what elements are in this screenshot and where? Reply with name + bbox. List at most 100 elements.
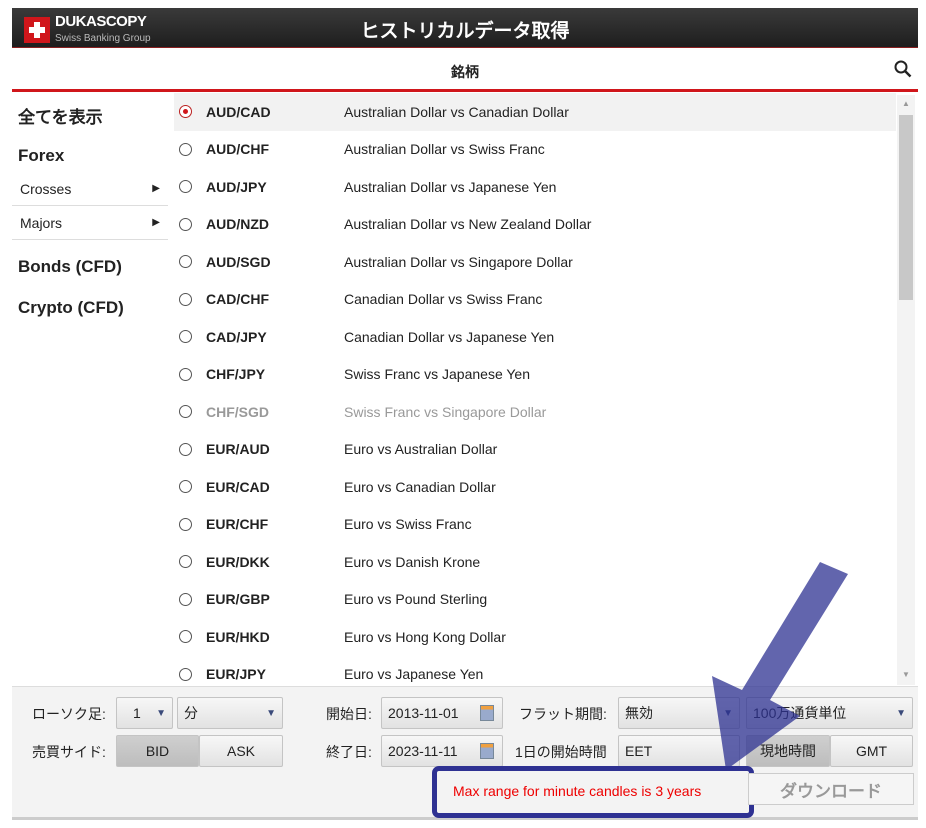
instrument-code: AUD/CAD bbox=[206, 103, 271, 120]
radio-button[interactable] bbox=[179, 630, 192, 644]
instrument-name: Euro vs Hong Kong Dollar bbox=[344, 628, 506, 645]
instrument-code: AUD/NZD bbox=[206, 216, 269, 233]
instrument-row[interactable]: AUD/NZD Australian Dollar vs New Zealand … bbox=[174, 206, 896, 244]
instrument-row[interactable]: CHF/SGD Swiss Franc vs Singapore Dollar bbox=[174, 393, 896, 431]
category-sidebar: 全てを表示 Forex Crosses ▶ Majors ▶ Bonds (CFD)… bbox=[12, 95, 168, 328]
instrument-row[interactable]: CAD/CHF Canadian Dollar vs Swiss Franc bbox=[174, 281, 896, 319]
gmt-button[interactable]: GMT bbox=[830, 735, 913, 767]
search-icon[interactable] bbox=[894, 60, 912, 78]
caret-right-icon: ▶ bbox=[152, 183, 160, 194]
instrument-name: Australian Dollar vs New Zealand Dollar bbox=[344, 216, 592, 233]
radio-button[interactable] bbox=[179, 217, 192, 231]
instrument-name: Swiss Franc vs Singapore Dollar bbox=[344, 403, 547, 420]
instrument-row[interactable]: EUR/DKK Euro vs Danish Krone bbox=[174, 543, 896, 581]
instrument-row[interactable]: CAD/JPY Canadian Dollar vs Japanese Yen bbox=[174, 318, 896, 356]
candle-value: 1 bbox=[133, 705, 141, 721]
radio-button[interactable] bbox=[179, 142, 192, 156]
radio-button[interactable] bbox=[179, 667, 192, 681]
instrument-row[interactable]: AUD/JPY Australian Dollar vs Japanese Yen bbox=[174, 168, 896, 206]
sidebar-item-crosses[interactable]: Crosses ▶ bbox=[12, 172, 168, 206]
radio-button[interactable] bbox=[179, 180, 192, 194]
day-start-label: 1日の開始時間 bbox=[515, 744, 607, 760]
scroll-down-icon[interactable]: ▼ bbox=[902, 670, 910, 679]
majors-label: Majors bbox=[20, 214, 63, 231]
instrument-code: CHF/JPY bbox=[206, 366, 266, 383]
instrument-name: Australian Dollar vs Swiss Franc bbox=[344, 141, 545, 158]
instrument-code: EUR/GBP bbox=[206, 591, 270, 608]
radio-button[interactable] bbox=[179, 517, 192, 531]
instrument-name: Canadian Dollar vs Swiss Franc bbox=[344, 291, 543, 308]
instrument-name: Euro vs Japanese Yen bbox=[344, 666, 484, 683]
instrument-code: AUD/CHF bbox=[206, 141, 269, 158]
instrument-row[interactable]: CHF/JPY Swiss Franc vs Japanese Yen bbox=[174, 356, 896, 394]
calendar-icon[interactable] bbox=[480, 743, 494, 759]
day-start-field[interactable]: EET bbox=[618, 735, 740, 767]
candle-unit-select[interactable]: 分 bbox=[177, 697, 283, 729]
instrument-code: AUD/SGD bbox=[206, 253, 271, 270]
radio-button[interactable] bbox=[179, 442, 192, 456]
sidebar-item-crypto[interactable]: Crypto (CFD) bbox=[12, 287, 168, 328]
radio-button[interactable] bbox=[179, 592, 192, 606]
end-date-field[interactable]: 2023-11-11 bbox=[381, 735, 503, 767]
sidebar-item-majors[interactable]: Majors ▶ bbox=[12, 206, 168, 240]
calendar-icon[interactable] bbox=[480, 705, 494, 721]
instrument-list: AUD/CAD Australian Dollar vs Canadian Dol… bbox=[174, 93, 896, 693]
instrument-row[interactable]: EUR/AUD Euro vs Australian Dollar bbox=[174, 431, 896, 469]
instrument-row[interactable]: EUR/CHF Euro vs Swiss Franc bbox=[174, 506, 896, 544]
volume-unit-value: 100万通貨単位 bbox=[753, 705, 847, 721]
sidebar-item-forex[interactable]: Forex bbox=[12, 140, 168, 172]
instrument-code: EUR/DKK bbox=[206, 553, 270, 570]
flat-label: フラット期間: bbox=[519, 706, 607, 722]
radio-button[interactable] bbox=[179, 105, 192, 119]
instrument-row[interactable]: AUD/CAD Australian Dollar vs Canadian Dol… bbox=[174, 93, 896, 131]
instrument-code: CHF/SGD bbox=[206, 403, 269, 420]
scrollbar-thumb[interactable] bbox=[899, 115, 913, 300]
instrument-code: EUR/JPY bbox=[206, 666, 266, 683]
instrument-name: Australian Dollar vs Canadian Dollar bbox=[344, 103, 569, 120]
instrument-name: Euro vs Danish Krone bbox=[344, 553, 481, 570]
download-button[interactable]: ダウンロード bbox=[748, 773, 914, 805]
instrument-row[interactable]: AUD/SGD Australian Dollar vs Singapore Do… bbox=[174, 243, 896, 281]
instrument-code: EUR/HKD bbox=[206, 628, 270, 645]
radio-button[interactable] bbox=[179, 480, 192, 494]
instrument-name: Euro vs Swiss Franc bbox=[344, 516, 472, 533]
candle-label: ローソク足: bbox=[32, 706, 106, 722]
instrument-header: 銘柄 bbox=[12, 48, 918, 92]
bid-button[interactable]: BID bbox=[116, 735, 199, 767]
instrument-row[interactable]: EUR/CAD Euro vs Canadian Dollar bbox=[174, 468, 896, 506]
instrument-code: AUD/JPY bbox=[206, 178, 267, 195]
end-date-label: 終了日: bbox=[326, 744, 372, 760]
volume-unit-select[interactable]: 100万通貨単位 bbox=[746, 697, 913, 729]
radio-button[interactable] bbox=[179, 555, 192, 569]
scroll-up-icon[interactable]: ▲ bbox=[902, 99, 910, 108]
instrument-name: Swiss Franc vs Japanese Yen bbox=[344, 366, 530, 383]
sidebar-item-bonds[interactable]: Bonds (CFD) bbox=[12, 246, 168, 287]
start-date-value: 2013-11-01 bbox=[388, 705, 459, 721]
radio-button[interactable] bbox=[179, 405, 192, 419]
start-date-field[interactable]: 2013-11-01 bbox=[381, 697, 503, 729]
radio-button[interactable] bbox=[179, 367, 192, 381]
candle-unit: 分 bbox=[184, 705, 198, 721]
instrument-code: EUR/AUD bbox=[206, 441, 270, 458]
flat-select[interactable]: 無効 bbox=[618, 697, 740, 729]
ask-button[interactable]: ASK bbox=[199, 735, 283, 767]
radio-button[interactable] bbox=[179, 292, 192, 306]
candle-value-select[interactable]: 1 bbox=[116, 697, 173, 729]
scrollbar[interactable]: ▲ ▼ bbox=[897, 95, 915, 685]
page-title: ヒストリカルデータ取得 bbox=[360, 21, 570, 42]
local-time-button[interactable]: 現地時間 bbox=[746, 735, 830, 767]
instrument-row[interactable]: AUD/CHF Australian Dollar vs Swiss Franc bbox=[174, 131, 896, 169]
instrument-code: EUR/CHF bbox=[206, 516, 269, 533]
instrument-row[interactable]: EUR/GBP Euro vs Pound Sterling bbox=[174, 581, 896, 619]
side-label: 売買サイド: bbox=[32, 744, 106, 760]
instrument-name: Euro vs Pound Sterling bbox=[344, 591, 488, 608]
instrument-code: CAD/JPY bbox=[206, 328, 267, 345]
sidebar-item-all[interactable]: 全てを表示 bbox=[12, 95, 168, 136]
range-warning: Max range for minute candles is 3 years bbox=[432, 766, 754, 818]
instrument-code: CAD/CHF bbox=[206, 291, 269, 308]
instrument-row[interactable]: EUR/HKD Euro vs Hong Kong Dollar bbox=[174, 618, 896, 656]
instrument-name: Canadian Dollar vs Japanese Yen bbox=[344, 328, 555, 345]
start-date-label: 開始日: bbox=[326, 706, 372, 722]
radio-button[interactable] bbox=[179, 330, 192, 344]
radio-button[interactable] bbox=[179, 255, 192, 269]
